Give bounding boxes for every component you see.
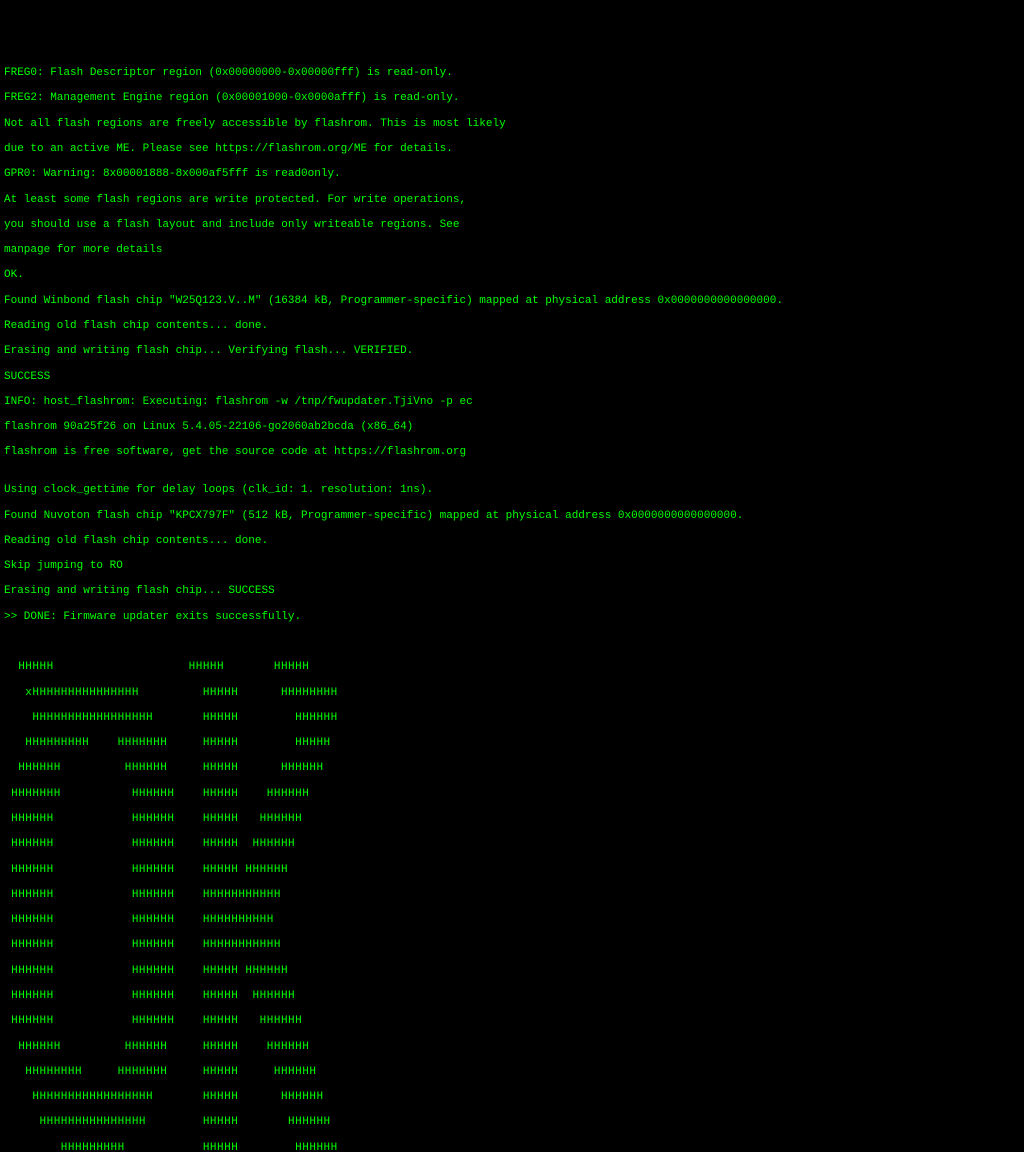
terminal-output: FREG0: Flash Descriptor region (0x000000… (4, 55, 1020, 636)
log-line: Erasing and writing flash chip... Verify… (4, 345, 1020, 358)
log-line: >> DONE: Firmware updater exits successf… (4, 611, 1020, 624)
log-line: Skip jumping to RO (4, 560, 1020, 573)
ascii-line: HHHHH HHHHH HHHHH (4, 661, 1020, 674)
log-line: Using clock_gettime for delay loops (clk… (4, 484, 1020, 497)
log-line: SUCCESS (4, 371, 1020, 384)
ascii-line: HHHHHH HHHHHH HHHHH HHHHHH (4, 1041, 1020, 1054)
log-line: GPR0: Warning: 8x00001888-8x000af5fff is… (4, 168, 1020, 181)
log-line: Not all flash regions are freely accessi… (4, 118, 1020, 131)
log-line: Reading old flash chip contents... done. (4, 320, 1020, 333)
log-line: Found Nuvoton flash chip "KPCX797F" (512… (4, 510, 1020, 523)
log-line: FREG0: Flash Descriptor region (0x000000… (4, 67, 1020, 80)
log-line: Erasing and writing flash chip... SUCCES… (4, 585, 1020, 598)
ascii-line: HHHHHHHHH HHHHHHH HHHHH HHHHH (4, 737, 1020, 750)
ascii-line: HHHHHH HHHHHH HHHHHHHHHHH (4, 939, 1020, 952)
ascii-line: HHHHHH HHHHHH HHHHHHHHHHH (4, 889, 1020, 902)
ascii-line: HHHHHHHHH HHHHH HHHHHH (4, 1142, 1020, 1152)
log-line: flashrom is free software, get the sourc… (4, 446, 1020, 459)
ascii-art-block: HHHHH HHHHH HHHHH xHHHHHHHHHHHHHHH HHHHH… (4, 649, 1020, 1152)
ascii-line: HHHHHH HHHHHH HHHHH HHHHHH (4, 965, 1020, 978)
ascii-line: HHHHHH HHHHHH HHHHH HHHHHH (4, 990, 1020, 1003)
log-line: At least some flash regions are write pr… (4, 194, 1020, 207)
ascii-line: HHHHHH HHHHHH HHHHH HHHHHH (4, 838, 1020, 851)
ascii-line: HHHHHH HHHHHH HHHHH HHHHHH (4, 813, 1020, 826)
log-line: flashrom 90a25f26 on Linux 5.4.05-22106-… (4, 421, 1020, 434)
log-line: Reading old flash chip contents... done. (4, 535, 1020, 548)
ascii-line: HHHHHH HHHHHH HHHHH HHHHHH (4, 762, 1020, 775)
ascii-line: xHHHHHHHHHHHHHHH HHHHH HHHHHHHH (4, 687, 1020, 700)
ascii-line: HHHHHHHH HHHHHHH HHHHH HHHHHH (4, 1066, 1020, 1079)
log-line: Found Winbond flash chip "W25Q123.V..M" … (4, 295, 1020, 308)
log-line: due to an active ME. Please see https://… (4, 143, 1020, 156)
ascii-line: HHHHHHHHHHHHHHH HHHHH HHHHHH (4, 1116, 1020, 1129)
log-line: manpage for more details (4, 244, 1020, 257)
log-line: you should use a flash layout and includ… (4, 219, 1020, 232)
ascii-line: HHHHHH HHHHHH HHHHH HHHHHH (4, 864, 1020, 877)
ascii-line: HHHHHHH HHHHHH HHHHH HHHHHH (4, 788, 1020, 801)
ascii-line: HHHHHHHHHHHHHHHHH HHHHH HHHHHH (4, 712, 1020, 725)
log-line: INFO: host_flashrom: Executing: flashrom… (4, 396, 1020, 409)
ascii-line: HHHHHH HHHHHH HHHHHHHHHH (4, 914, 1020, 927)
ascii-line: HHHHHHHHHHHHHHHHH HHHHH HHHHHH (4, 1091, 1020, 1104)
ascii-line: HHHHHH HHHHHH HHHHH HHHHHH (4, 1015, 1020, 1028)
log-line: OK. (4, 269, 1020, 282)
log-line: FREG2: Management Engine region (0x00001… (4, 92, 1020, 105)
